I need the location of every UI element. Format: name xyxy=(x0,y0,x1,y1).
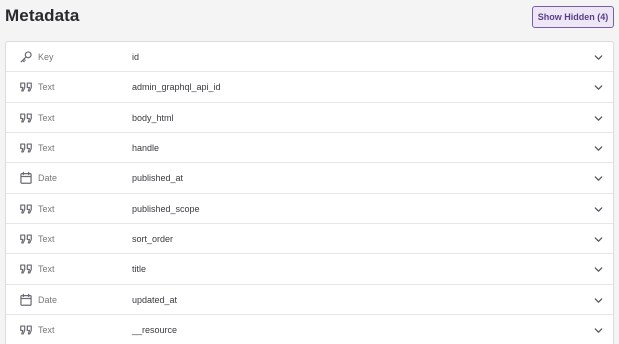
quote-icon xyxy=(19,262,33,276)
field-type-label: Text xyxy=(38,82,55,93)
field-name-label: __resource xyxy=(132,325,178,336)
chevron-down-icon[interactable] xyxy=(593,52,604,63)
field-name-label: published_scope xyxy=(132,203,200,214)
field-name-label: title xyxy=(132,264,147,275)
quote-icon xyxy=(19,141,33,155)
field-name-label: id xyxy=(132,52,140,62)
field-type-label: Text xyxy=(38,203,55,214)
metadata-field-list: Key id Text admin_graphql_api_id Text body_ht… xyxy=(5,41,614,344)
field-name-label: updated_at xyxy=(132,294,178,305)
page-title: Metadata xyxy=(5,6,80,25)
field-row[interactable]: Text sort_order xyxy=(6,224,613,255)
quote-icon xyxy=(19,80,33,94)
quote-icon xyxy=(19,111,33,125)
field-type-label: Text xyxy=(38,143,55,154)
show-hidden-button[interactable]: Show Hidden (4) xyxy=(532,6,614,28)
chevron-down-icon[interactable] xyxy=(593,234,604,245)
quote-icon xyxy=(19,202,33,216)
quote-icon xyxy=(19,323,33,337)
chevron-down-icon[interactable] xyxy=(593,113,604,124)
field-type-label: Key xyxy=(38,52,54,62)
chevron-down-icon[interactable] xyxy=(593,143,604,154)
chevron-down-icon[interactable] xyxy=(593,264,604,275)
field-type-label: Text xyxy=(38,325,55,336)
key-icon xyxy=(19,50,33,64)
chevron-down-icon[interactable] xyxy=(593,325,604,336)
field-row[interactable]: Text __resource xyxy=(6,315,613,344)
field-row[interactable]: Text admin_graphql_api_id xyxy=(6,72,613,103)
field-type-label: Date xyxy=(38,294,58,305)
field-row[interactable]: Date published_at xyxy=(6,163,613,194)
field-type-label: Text xyxy=(38,264,55,275)
field-row[interactable]: Text published_scope xyxy=(6,194,613,225)
chevron-down-icon[interactable] xyxy=(593,204,604,215)
field-name-label: published_at xyxy=(132,173,184,184)
chevron-down-icon[interactable] xyxy=(593,173,604,184)
field-row[interactable]: Key id xyxy=(6,42,613,73)
field-name-label: sort_order xyxy=(132,234,174,245)
quote-icon xyxy=(19,232,33,246)
chevron-down-icon[interactable] xyxy=(593,295,604,306)
calendar-icon xyxy=(19,171,33,185)
field-name-label: admin_graphql_api_id xyxy=(132,82,221,93)
field-name-label: handle xyxy=(132,143,160,154)
field-type-label: Text xyxy=(38,112,55,123)
chevron-down-icon[interactable] xyxy=(593,82,604,93)
field-name-label: body_html xyxy=(132,112,174,123)
field-row[interactable]: Text body_html xyxy=(6,103,613,134)
field-row[interactable]: Text title xyxy=(6,254,613,285)
field-row[interactable]: Date updated_at xyxy=(6,285,613,316)
calendar-icon xyxy=(19,293,33,307)
field-row[interactable]: Text handle xyxy=(6,133,613,164)
field-type-label: Date xyxy=(38,173,58,184)
field-type-label: Text xyxy=(38,234,55,245)
